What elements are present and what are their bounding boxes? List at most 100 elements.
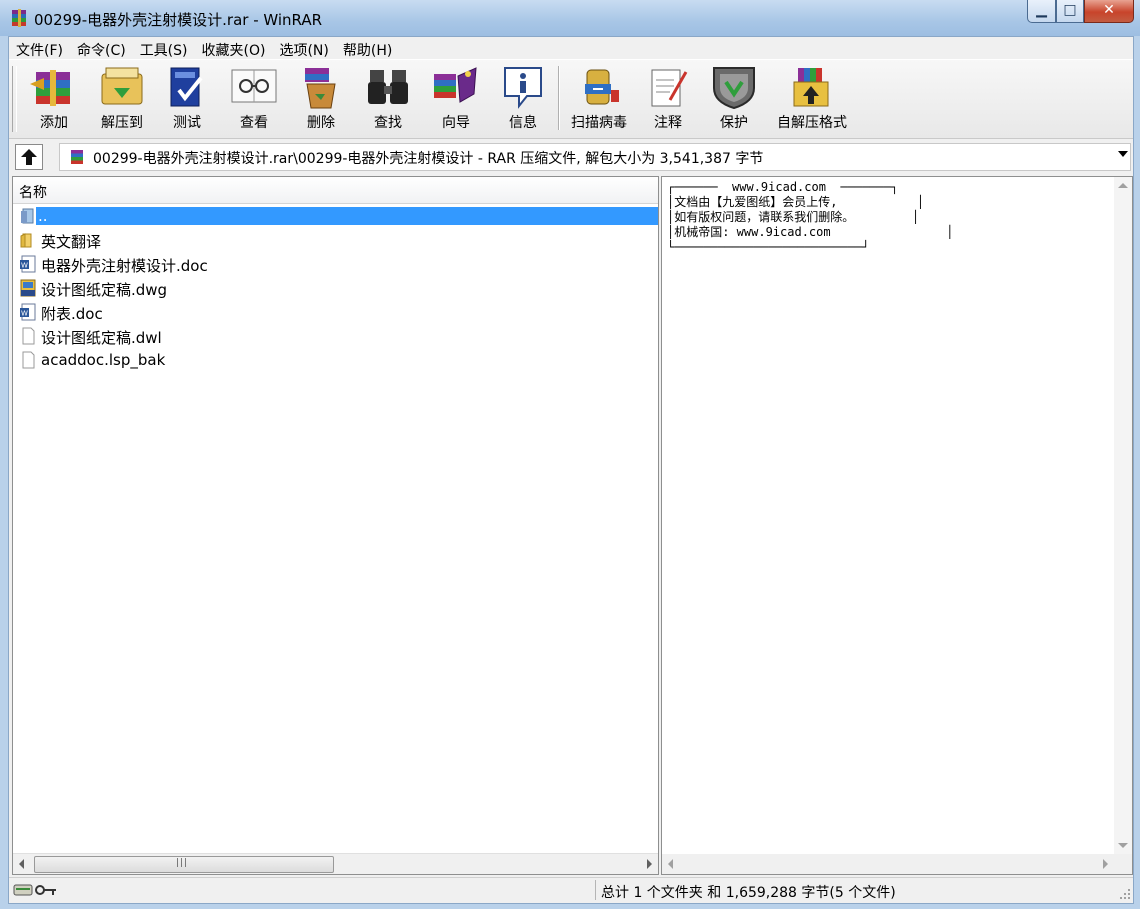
comment-icon (651, 69, 688, 107)
file-name: 设计图纸定稿.dwl (41, 329, 162, 347)
file-list-panel: 名称 .. 英文翻译 W 电器外壳注射模设计.doc 设计图纸定稿.dwg W … (12, 176, 659, 875)
parent-folder-icon (21, 208, 34, 224)
close-icon: ✕ (1103, 2, 1115, 18)
scroll-right-icon[interactable] (647, 859, 652, 869)
folder-up-icon (21, 149, 37, 165)
wizard-button[interactable]: 向导 (425, 64, 487, 134)
menu-options[interactable]: 选项(N) (272, 37, 335, 59)
minimize-icon: ▁ (1036, 2, 1047, 18)
file-name: 电器外壳注射模设计.doc (41, 257, 208, 275)
protect-button[interactable]: 保护 (703, 64, 765, 134)
info-icon (504, 67, 542, 109)
virus-scan-label: 扫描病毒 (571, 115, 627, 131)
address-path: 00299-电器外壳注射模设计.rar\00299-电器外壳注射模设计 - RA… (93, 151, 764, 167)
menu-commands[interactable]: 命令(C) (70, 37, 133, 59)
menu-tools[interactable]: 工具(S) (133, 37, 195, 59)
comment-button[interactable]: 注释 (637, 64, 699, 134)
view-label: 查看 (240, 115, 268, 131)
window-controls: ▁ □ ✕ (1027, 0, 1134, 24)
status-summary: 总计 1 个文件夹 和 1,659,288 字节(5 个文件) (601, 885, 896, 901)
delete-icon (305, 68, 336, 109)
close-button[interactable]: ✕ (1084, 0, 1134, 23)
resize-grip-icon[interactable] (1119, 888, 1131, 900)
file-name: .. (36, 207, 658, 225)
menu-help[interactable]: 帮助(H) (336, 37, 399, 59)
drive-key-icon[interactable] (13, 882, 59, 898)
view-icon (231, 69, 277, 103)
file-name: 设计图纸定稿.dwg (41, 281, 168, 299)
scroll-left-icon[interactable] (668, 859, 673, 869)
toolbar: 添加 解压到 测试 查看 删除 查找 向导 信息 扫描病毒 注释 保护 自解压格… (9, 59, 1133, 139)
address-field[interactable]: 00299-电器外壳注射模设计.rar\00299-电器外壳注射模设计 - RA… (59, 143, 1131, 171)
list-item[interactable]: 设计图纸定稿.dwl (13, 324, 658, 348)
chevron-down-icon[interactable] (1118, 151, 1128, 157)
info-button[interactable]: 信息 (493, 64, 553, 134)
scroll-thumb[interactable]: ||| (34, 856, 334, 873)
list-item-parent[interactable]: .. (13, 204, 658, 228)
scroll-grip-icon: ||| (176, 858, 189, 868)
address-bar: 00299-电器外壳注射模设计.rar\00299-电器外壳注射模设计 - RA… (9, 139, 1133, 173)
winrar-app-icon[interactable] (9, 8, 29, 28)
wizard-icon (434, 67, 477, 103)
find-label: 查找 (374, 115, 402, 131)
delete-button[interactable]: 删除 (291, 64, 351, 134)
maximize-button[interactable]: □ (1056, 0, 1084, 23)
protect-label: 保护 (720, 115, 748, 131)
window-title: 00299-电器外壳注射模设计.rar - WinRAR (34, 11, 323, 29)
horizontal-scrollbar[interactable]: ||| (13, 853, 658, 874)
menu-file[interactable]: 文件(F) (9, 37, 70, 59)
list-item[interactable]: acaddoc.lsp_bak (13, 348, 658, 372)
horizontal-scrollbar[interactable] (662, 854, 1132, 874)
add-button[interactable]: 添加 (21, 64, 87, 134)
list-item[interactable]: W 电器外壳注射模设计.doc (13, 252, 658, 276)
sfx-button[interactable]: 自解压格式 (771, 64, 853, 134)
word-doc-icon: W (20, 303, 36, 321)
status-bar: 总计 1 个文件夹 和 1,659,288 字节(5 个文件) (9, 877, 1133, 902)
delete-label: 删除 (307, 115, 335, 131)
list-item[interactable]: W 附表.doc (13, 300, 658, 324)
column-name-label: 名称 (19, 185, 47, 201)
add-archive-icon (30, 70, 70, 106)
folder-icon (20, 233, 32, 248)
title-bar[interactable]: 00299-电器外壳注射模设计.rar - WinRAR ▁ □ ✕ (0, 0, 1140, 36)
blank-file-icon (22, 351, 35, 369)
file-name: 附表.doc (41, 305, 103, 323)
column-header-name[interactable]: 名称 (13, 177, 658, 204)
toolbar-grip[interactable] (12, 66, 17, 132)
file-list: .. 英文翻译 W 电器外壳注射模设计.doc 设计图纸定稿.dwg W 附表.… (13, 204, 658, 372)
list-item[interactable]: 英文翻译 (13, 228, 658, 252)
virus-scan-icon (585, 69, 619, 105)
info-label: 信息 (509, 115, 537, 131)
menu-favorites[interactable]: 收藏夹(O) (195, 37, 273, 59)
find-button[interactable]: 查找 (357, 64, 419, 134)
test-icon (170, 67, 203, 107)
dwg-file-icon (20, 279, 36, 297)
file-name: acaddoc.lsp_bak (41, 351, 166, 369)
sfx-label: 自解压格式 (777, 115, 847, 131)
toolbar-separator (558, 66, 560, 130)
minimize-button[interactable]: ▁ (1027, 0, 1056, 23)
scroll-down-icon[interactable] (1118, 843, 1128, 848)
virus-scan-button[interactable]: 扫描病毒 (565, 64, 633, 134)
wizard-label: 向导 (442, 115, 470, 131)
maximize-icon: □ (1063, 2, 1077, 18)
extract-to-button[interactable]: 解压到 (89, 64, 155, 134)
main-window: 文件(F) 命令(C) 工具(S) 收藏夹(O) 选项(N) 帮助(H) 添加 … (8, 36, 1134, 904)
scroll-left-icon[interactable] (19, 859, 24, 869)
sfx-icon (793, 68, 829, 107)
view-button[interactable]: 查看 (223, 64, 285, 134)
test-button[interactable]: 测试 (157, 64, 217, 134)
scroll-right-icon[interactable] (1103, 859, 1108, 869)
archive-comment-panel: ┌────── www.9icad.com ───────┐ │文档由【九爱图纸… (661, 176, 1133, 875)
menu-bar: 文件(F) 命令(C) 工具(S) 收藏夹(O) 选项(N) 帮助(H) (9, 37, 1133, 59)
up-one-level-button[interactable] (15, 144, 43, 170)
blank-file-icon (22, 327, 35, 345)
add-label: 添加 (40, 115, 68, 131)
test-label: 测试 (173, 115, 201, 131)
status-separator (595, 880, 596, 900)
scroll-up-icon[interactable] (1118, 183, 1128, 188)
list-item[interactable]: 设计图纸定稿.dwg (13, 276, 658, 300)
find-icon (368, 70, 408, 104)
archive-icon (71, 150, 83, 164)
vertical-scrollbar[interactable] (1114, 177, 1132, 854)
